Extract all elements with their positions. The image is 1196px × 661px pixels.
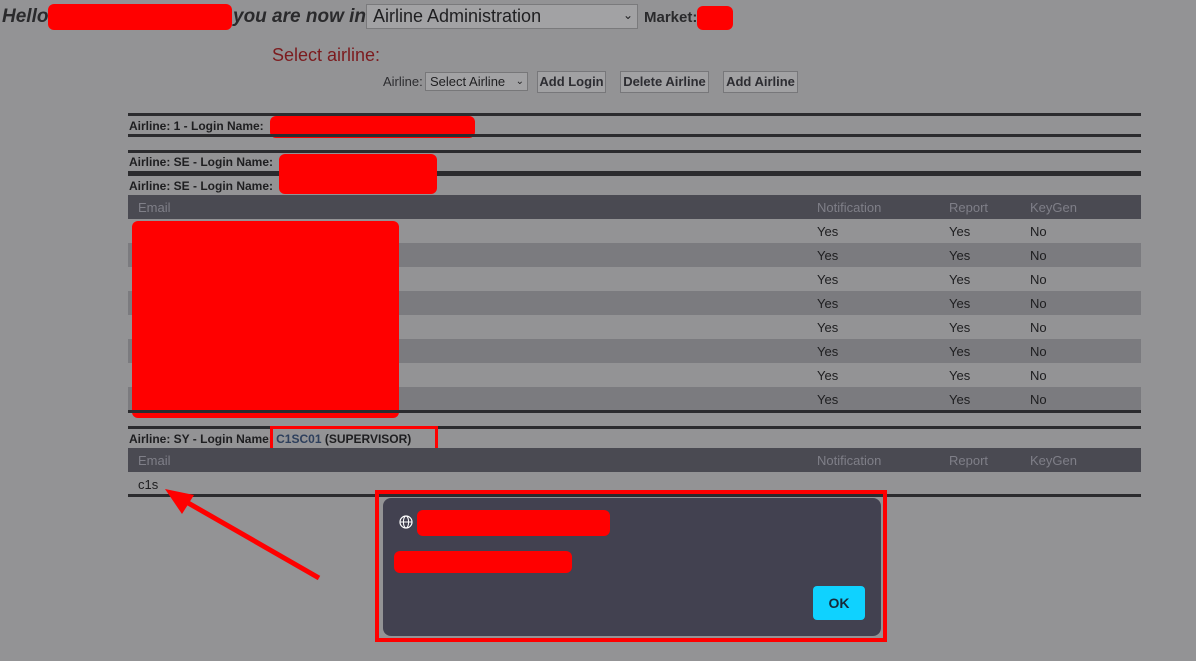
column-email: Email <box>138 200 171 215</box>
redacted-login-name <box>279 154 437 194</box>
notification-cell: Yes <box>817 272 839 287</box>
notification-cell: Yes <box>817 344 839 359</box>
keygen-cell: No <box>1030 248 1047 263</box>
divider <box>128 134 1141 137</box>
airline-select-value: Select Airline <box>430 74 506 89</box>
chevron-down-icon: ⌄ <box>622 8 633 22</box>
table-header: Email Notification Report KeyGen <box>128 448 1141 472</box>
chevron-down-icon: ⌄ <box>515 76 524 87</box>
panel-title-airline-1: Airline: 1 - Login Name: <box>129 119 264 133</box>
notification-cell: Yes <box>817 296 839 311</box>
report-cell: Yes <box>949 344 971 359</box>
panel-title-airline-se: Airline: SE - Login Name: <box>129 179 274 193</box>
market-label: Market: <box>644 9 698 26</box>
keygen-cell: No <box>1030 296 1047 311</box>
redacted-username <box>48 4 232 30</box>
airline-label: Airline: <box>383 74 423 89</box>
report-cell: Yes <box>949 248 971 263</box>
column-keygen: KeyGen <box>1030 453 1077 468</box>
module-select[interactable]: Airline Administration ⌄ <box>366 4 638 29</box>
airline-select[interactable]: Select Airline ⌄ <box>425 72 528 91</box>
module-select-value: Airline Administration <box>373 6 542 26</box>
ok-button[interactable]: OK <box>813 586 865 620</box>
divider <box>128 150 1141 153</box>
add-login-button[interactable]: Add Login <box>537 71 606 93</box>
context-text: you are now in <box>233 6 367 27</box>
redacted-dialog-origin <box>417 510 610 536</box>
report-cell: Yes <box>949 296 971 311</box>
notification-cell: Yes <box>817 248 839 263</box>
notification-cell: Yes <box>817 224 839 239</box>
report-cell: Yes <box>949 320 971 335</box>
report-cell: Yes <box>949 224 971 239</box>
notification-cell: Yes <box>817 392 839 407</box>
column-report: Report <box>949 453 989 468</box>
keygen-cell: No <box>1030 272 1047 287</box>
keygen-cell: No <box>1030 392 1047 407</box>
redacted-market <box>697 6 733 30</box>
table-header: Email Notification Report KeyGen <box>128 195 1141 219</box>
notification-cell: Yes <box>817 368 839 383</box>
column-keygen: KeyGen <box>1030 200 1077 215</box>
annotation-arrow-icon <box>165 489 321 581</box>
report-cell: Yes <box>949 368 971 383</box>
keygen-cell: No <box>1030 320 1047 335</box>
divider <box>128 410 1141 413</box>
keygen-cell: No <box>1030 224 1047 239</box>
alert-dialog: OK <box>383 498 881 636</box>
select-airline-heading: Select airline: <box>272 45 381 65</box>
delete-airline-button[interactable]: Delete Airline <box>620 71 709 93</box>
redacted-dialog-message <box>394 551 572 573</box>
greeting-text: Hello <box>2 6 49 27</box>
email-cell: c1s <box>138 477 159 492</box>
report-cell: Yes <box>949 392 971 407</box>
keygen-cell: No <box>1030 344 1047 359</box>
add-airline-button[interactable]: Add Airline <box>723 71 798 93</box>
globe-icon <box>399 515 413 529</box>
column-notification: Notification <box>817 453 882 468</box>
report-cell: Yes <box>949 272 971 287</box>
column-report: Report <box>949 200 989 215</box>
panel-title-text: Airline: SY - Login Name: <box>129 432 273 446</box>
panel-title-airline-se: Airline: SE - Login Name: <box>129 155 274 169</box>
column-notification: Notification <box>817 200 882 215</box>
keygen-cell: No <box>1030 368 1047 383</box>
column-email: Email <box>138 453 171 468</box>
redacted-emails <box>132 221 399 418</box>
notification-cell: Yes <box>817 320 839 335</box>
